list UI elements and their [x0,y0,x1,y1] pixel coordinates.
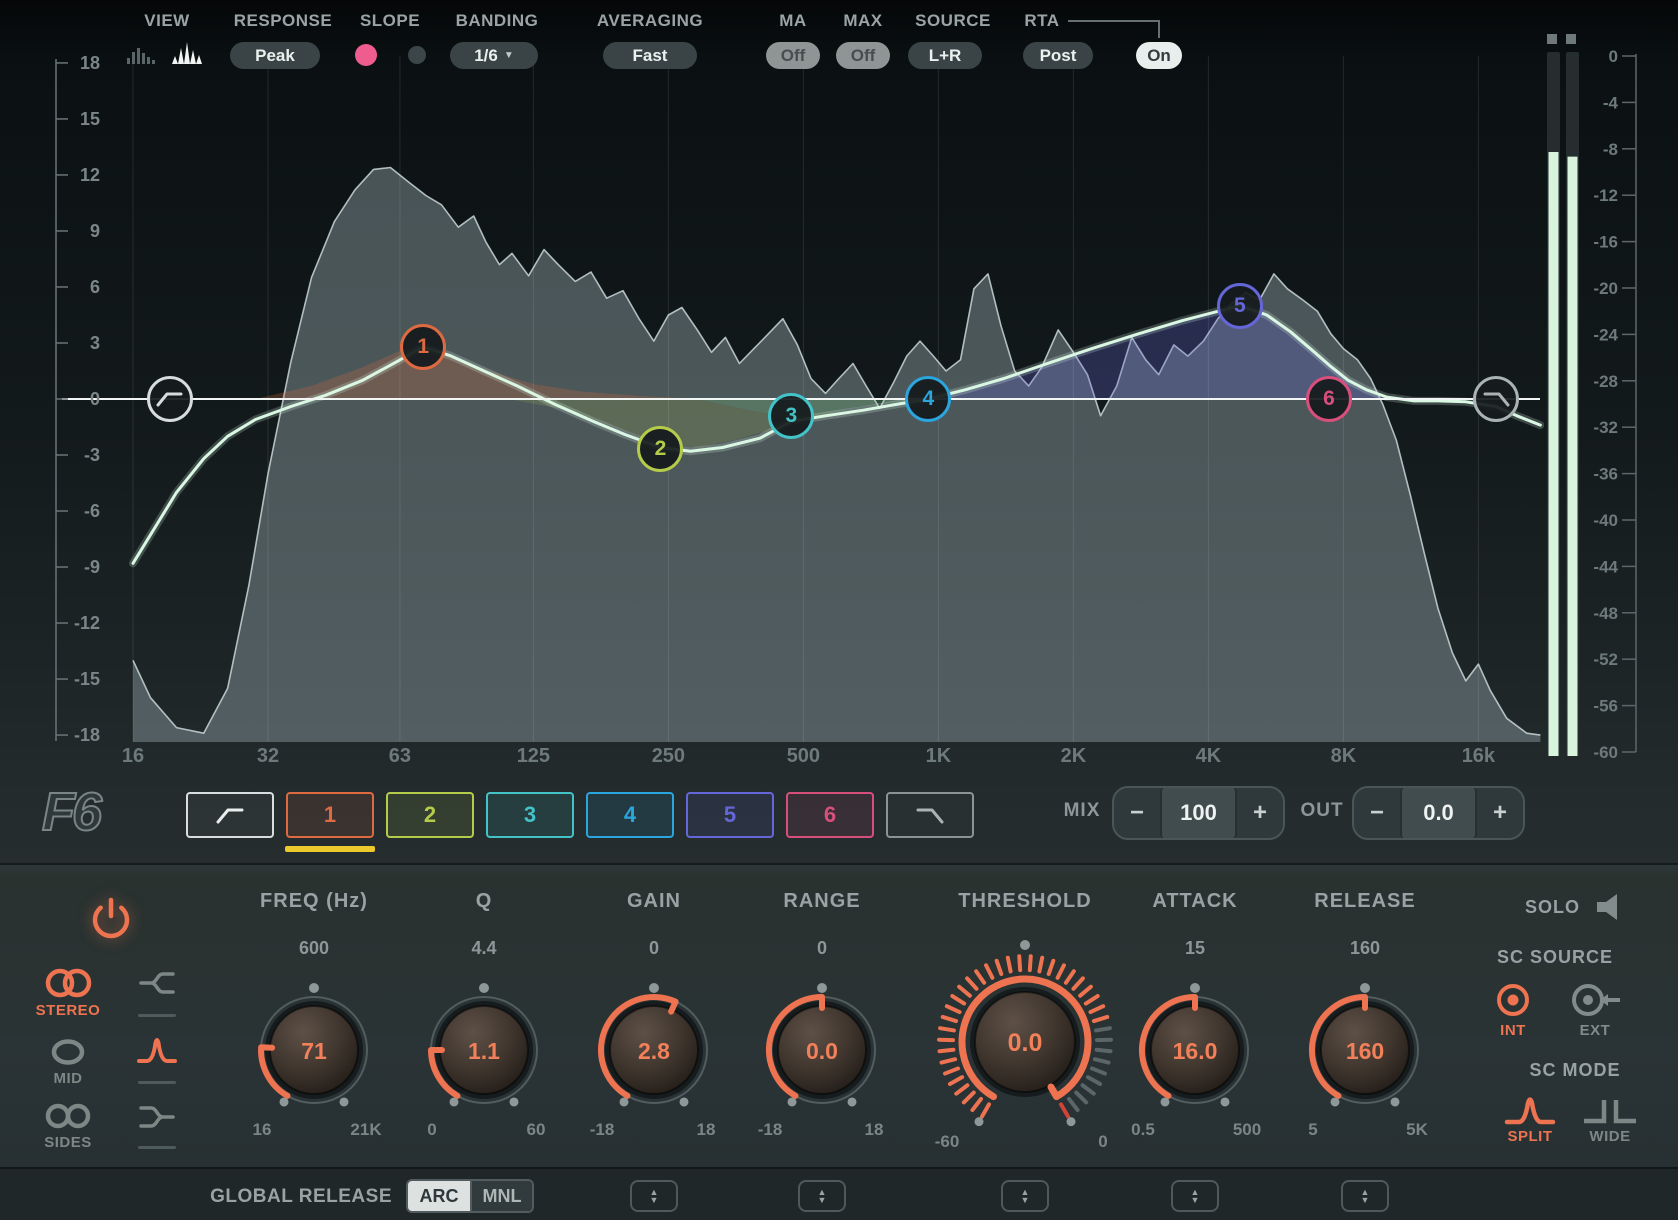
highpass-icon [215,804,245,826]
sides-label: SIDES [32,1134,104,1151]
band-node-2[interactable]: 2 [637,426,683,472]
gain-value: 2.8 [638,1038,670,1064]
mnl-button[interactable]: MNL [470,1181,532,1211]
threshold-value: 0.0 [1008,1029,1043,1057]
lowpass-icon [915,804,945,826]
ext-label: EXT [1560,1022,1630,1039]
channel-mid-button[interactable]: MID [32,1036,104,1087]
solo-label: SOLO [1525,897,1580,918]
lowpass-node[interactable] [1473,376,1519,422]
out-value[interactable]: 0.0 [1400,788,1477,838]
mix-minus-button[interactable]: − [1114,788,1160,838]
mid-label: MID [32,1070,104,1087]
filter-divider [138,1081,176,1084]
range-value: 0.0 [806,1038,838,1064]
threshold-min-label: -60 [905,1132,989,1152]
value-stepper[interactable]: ▲▼ [1001,1180,1049,1212]
release-max-label: 5K [1375,1120,1459,1140]
value-stepper[interactable]: ▲▼ [630,1180,678,1212]
release-default-value: 160 [1245,938,1485,959]
range-max-label: 18 [832,1120,916,1140]
mix-plus-button[interactable]: + [1237,788,1283,838]
band-node-6[interactable]: 6 [1306,376,1352,422]
value-stepper[interactable]: ▲▼ [1171,1180,1219,1212]
wide-icon [1579,1094,1641,1128]
mix-control: − 100 + [1112,786,1285,840]
ext-icon [1566,978,1624,1022]
filter-divider [138,1014,176,1017]
highpass-node[interactable] [147,376,193,422]
stereo-icon [40,964,96,1002]
band-button-6[interactable]: 6 [786,792,874,838]
out-minus-button[interactable]: − [1354,788,1400,838]
range-min-label: -18 [728,1120,812,1140]
filter-type-lowshelf-icon[interactable] [138,967,176,999]
eq-node-layer: 123456 [0,0,1678,863]
split-icon [1504,1094,1556,1128]
channel-sides-button[interactable]: SIDES [32,1100,104,1151]
sc-mode-split-button[interactable]: SPLIT [1496,1094,1564,1145]
q-min-label: 0 [390,1120,474,1140]
out-plus-button[interactable]: + [1477,788,1523,838]
channel-stereo-button[interactable]: STEREO [32,964,104,1019]
filter-type-bell-icon[interactable] [136,1033,178,1067]
filter-divider [138,1146,176,1149]
band-button-2[interactable]: 2 [386,792,474,838]
lp-filter-button[interactable] [886,792,974,838]
sc-source-label: SC SOURCE [1455,947,1655,968]
lowpass-icon [1482,389,1510,409]
band-node-1[interactable]: 1 [400,324,446,370]
mid-icon [40,1036,96,1070]
stepper-down[interactable]: ▼ [1191,1196,1200,1204]
gain-min-label: -18 [560,1120,644,1140]
power-button[interactable] [88,897,134,943]
attack-min-label: 0.5 [1101,1120,1185,1140]
global-release-label: GLOBAL RELEASE [170,1186,392,1208]
stereo-label: STEREO [32,1002,104,1019]
sides-icon [40,1100,96,1134]
speaker-icon[interactable] [1594,893,1630,921]
freq-value: 71 [301,1038,327,1064]
stepper-down[interactable]: ▼ [1361,1196,1370,1204]
int-label: INT [1478,1022,1548,1039]
band-node-5[interactable]: 5 [1217,283,1263,329]
global-release-toggle: ARC MNL [406,1179,534,1213]
release-min-label: 5 [1271,1120,1355,1140]
band-button-5[interactable]: 5 [686,792,774,838]
hp-filter-button[interactable] [186,792,274,838]
solo-group: SOLO [1430,893,1630,921]
stepper-down[interactable]: ▼ [650,1196,659,1204]
freq-min-label: 16 [220,1120,304,1140]
band-button-4[interactable]: 4 [586,792,674,838]
band-button-3[interactable]: 3 [486,792,574,838]
band-button-1[interactable]: 1 [286,792,374,838]
band-node-3[interactable]: 3 [768,393,814,439]
split-label: SPLIT [1496,1128,1564,1145]
sc-mode-label: SC MODE [1475,1060,1675,1081]
sc-mode-wide-button[interactable]: WIDE [1572,1094,1648,1145]
stepper-down[interactable]: ▼ [818,1196,827,1204]
out-label: OUT [1282,800,1362,824]
q-value: 1.1 [468,1038,500,1064]
wide-label: WIDE [1572,1128,1648,1145]
highpass-icon [156,389,184,409]
filter-type-highshelf-icon[interactable] [138,1101,176,1133]
out-control: − 0.0 + [1352,786,1525,840]
value-stepper[interactable]: ▲▼ [1341,1180,1389,1212]
f6-logo: F6 [36,778,128,848]
sc-source-ext-button[interactable]: EXT [1560,978,1630,1039]
svg-text:F6: F6 [42,782,103,842]
release-value: 160 [1346,1038,1384,1064]
selected-band-underline [285,846,375,852]
band-node-4[interactable]: 4 [905,376,951,422]
value-stepper[interactable]: ▲▼ [798,1180,846,1212]
int-icon [1491,978,1535,1022]
sc-source-int-button[interactable]: INT [1478,978,1548,1039]
arc-button[interactable]: ARC [408,1181,470,1211]
mix-value[interactable]: 100 [1160,788,1237,838]
mix-label: MIX [1042,800,1122,824]
attack-value: 16.0 [1173,1038,1218,1064]
stepper-down[interactable]: ▼ [1021,1196,1030,1204]
